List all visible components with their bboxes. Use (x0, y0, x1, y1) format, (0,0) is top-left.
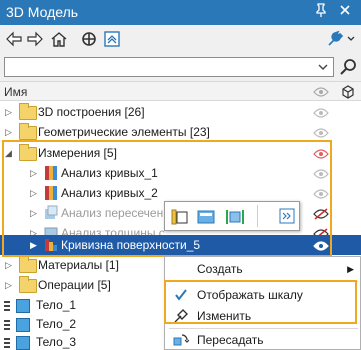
submenu-arrow-icon: ▶ (347, 264, 354, 274)
column-name[interactable]: Имя (4, 85, 27, 99)
mini-toolbar (164, 201, 300, 231)
folder-icon (19, 276, 37, 293)
collapse-icon[interactable] (103, 30, 121, 48)
surface-curvature-icon (43, 237, 61, 253)
tree-label: Тело_2 (36, 317, 77, 331)
visibility-eye-icon[interactable] (313, 107, 329, 121)
tree-row[interactable]: ◢ Измерения [5] (0, 143, 361, 163)
toolbar (0, 25, 361, 53)
curve-analysis-icon (43, 165, 61, 181)
visibility-eye-icon[interactable] (313, 188, 329, 202)
checkmark-icon (173, 287, 189, 303)
expand-arrow-icon[interactable]: ▷ (5, 126, 15, 138)
menu-item-recalc[interactable]: Пересадать (165, 329, 361, 350)
body-cube-icon (14, 316, 32, 332)
expand-arrow-icon[interactable]: ▷ (30, 187, 40, 199)
body-cube-icon (14, 334, 32, 350)
menu-separator (169, 281, 358, 282)
tree-row[interactable]: ▷ Анализ кривых_1 (0, 163, 361, 183)
visibility-eye-icon[interactable] (313, 148, 329, 162)
menu-item-label: Создать (197, 262, 243, 276)
ruler-icon[interactable] (171, 208, 189, 226)
body-cube-icon (14, 297, 32, 313)
folder-icon (19, 103, 37, 120)
crosshair-icon[interactable] (80, 30, 98, 48)
tree-row[interactable]: ▷ 3D построения [26] (0, 102, 361, 122)
tree-label: Анализ кривых_1 (61, 166, 158, 180)
expand-arrow-icon[interactable]: ▷ (30, 207, 40, 219)
tree-label: Геометрические элементы [23] (38, 125, 210, 139)
rebuild-icon (173, 332, 190, 348)
expand-arrow-icon[interactable]: ▷ (5, 106, 15, 118)
folder-icon (19, 144, 37, 161)
visibility-eye-icon[interactable] (313, 168, 329, 182)
collapse-arrow-icon[interactable]: ◢ (5, 147, 15, 159)
menu-item-create[interactable]: Создать ▶ (165, 258, 361, 280)
tree-label: Анализ кривых_2 (61, 186, 158, 200)
menu-item-label: Отображать шкалу (197, 288, 303, 302)
search-input[interactable] (4, 57, 334, 77)
close-icon[interactable] (336, 3, 354, 21)
visibility-eye-icon[interactable] (313, 86, 329, 100)
expand-arrow-icon[interactable]: ▷ (5, 279, 15, 291)
tree-row[interactable]: ▷ Анализ кривых_2 (0, 183, 361, 203)
forward-arrow-icon[interactable] (26, 30, 44, 48)
back-arrow-icon[interactable] (5, 30, 23, 48)
context-menu: Создать ▶ Отображать шкалу Изменить Пере… (164, 256, 361, 350)
window-titlebar: 3D Модель (0, 0, 361, 25)
tree-label: Кривизна поверхности_5 (61, 238, 201, 252)
settings-wrench-icon[interactable] (326, 29, 356, 49)
search-icon[interactable] (339, 58, 357, 76)
tree-label: 3D построения [26] (38, 105, 145, 119)
menu-item-label: Изменить (197, 309, 252, 323)
tree-label: Операции [5] (38, 278, 111, 292)
tree-label: Тело_3 (36, 335, 77, 349)
dropdown-chevron-icon[interactable] (318, 61, 328, 75)
pin-icon[interactable] (312, 3, 330, 21)
expand-arrow-icon[interactable]: ▶ (30, 239, 40, 251)
cube-header-icon[interactable] (340, 84, 356, 103)
home-icon[interactable] (50, 30, 68, 48)
menu-item-label: Пересадать (197, 333, 264, 347)
edit-tool-icon (173, 308, 189, 324)
toolbar-separator (257, 205, 258, 227)
tree-row-selected[interactable]: ▶ Кривизна поверхности_5 (0, 235, 361, 255)
tree-label: Измерения [5] (38, 146, 117, 160)
visibility-eye-icon[interactable] (313, 127, 329, 141)
tree-row[interactable]: ▷ Геометрические элементы [23] (0, 122, 361, 142)
view-icon[interactable] (197, 208, 215, 226)
expand-arrow-icon[interactable]: ▷ (5, 259, 15, 271)
menu-item-edit[interactable]: Изменить (165, 305, 361, 327)
folder-icon (19, 256, 37, 273)
tree-label: Анализ пересечен (61, 206, 164, 220)
curve-analysis-icon (43, 185, 61, 201)
section-icon[interactable] (225, 208, 244, 226)
search-row (0, 53, 361, 81)
intersection-analysis-icon (43, 205, 61, 221)
expand-arrow-icon[interactable]: ▷ (30, 167, 40, 179)
window-title: 3D Модель (6, 4, 79, 20)
tree-label: Тело_1 (36, 298, 77, 312)
visibility-eye-icon[interactable] (313, 240, 329, 254)
tree-header: Имя (0, 81, 361, 101)
more-chevron-icon[interactable] (279, 208, 297, 226)
menu-item-show-scale[interactable]: Отображать шкалу (165, 284, 361, 306)
tree-label: Материалы [1] (38, 258, 119, 272)
hidden-eye-icon[interactable] (313, 208, 329, 223)
folder-icon (19, 123, 37, 140)
